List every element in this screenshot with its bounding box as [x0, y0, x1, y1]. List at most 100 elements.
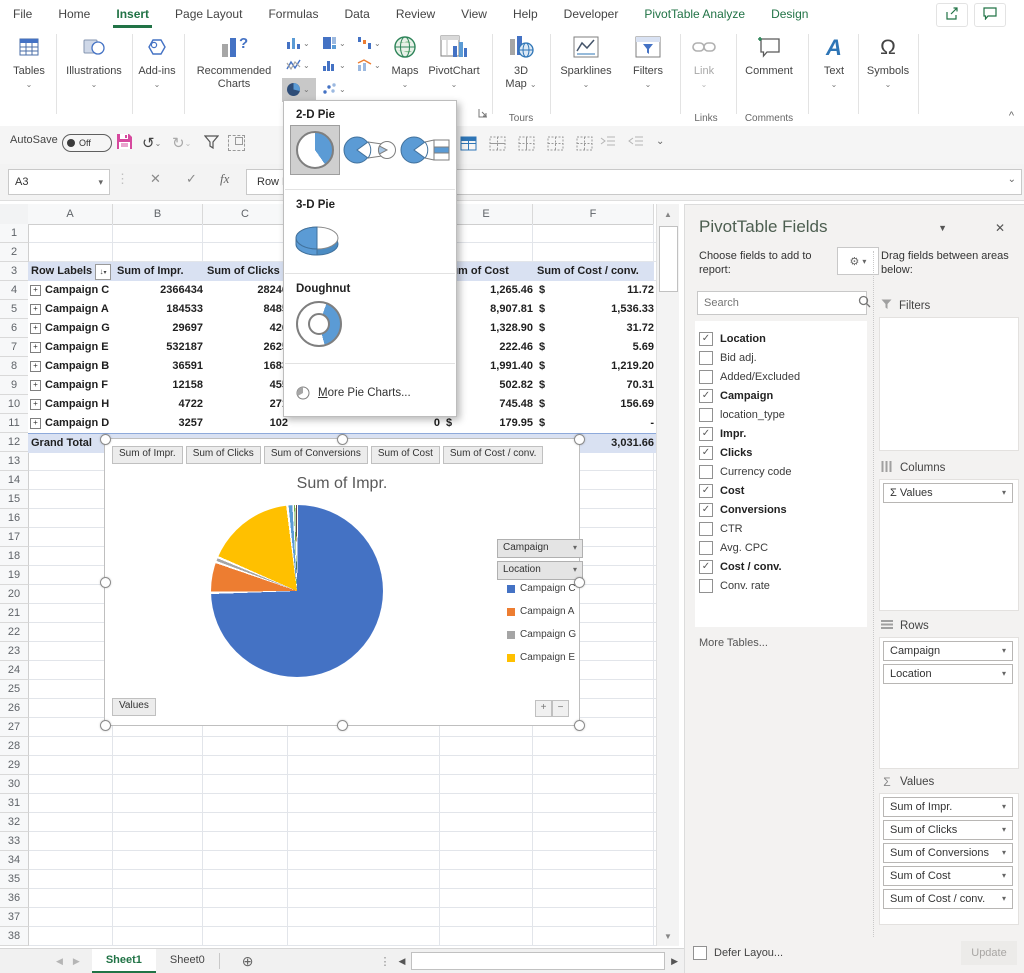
border-grid-button-4[interactable]	[547, 136, 564, 154]
ribbon-tab-review[interactable]: Review	[383, 0, 448, 28]
pivot-costconv-cell[interactable]: $70.31	[533, 376, 658, 396]
chart-expand-button[interactable]: +	[535, 700, 552, 717]
column-header-A[interactable]: A	[28, 204, 113, 225]
row-header-3[interactable]: 3	[0, 262, 29, 281]
decrease-indent-button[interactable]	[628, 135, 644, 148]
pivot-header-row-labels[interactable]: Row Labels↓▾	[28, 262, 113, 282]
filters-area[interactable]	[879, 317, 1019, 451]
chart-axis-button-campaign[interactable]: Campaign▾	[497, 539, 583, 558]
values-pill[interactable]: Sum of Clicks▾	[883, 820, 1013, 840]
ribbon-tab-insert[interactable]: Insert	[103, 0, 162, 28]
border-grid-button-3[interactable]	[518, 136, 535, 154]
selection-handle[interactable]	[337, 434, 348, 445]
autosave-toggle[interactable]: Off	[62, 134, 112, 152]
field-item-impr-[interactable]: ✓Impr.	[699, 424, 746, 443]
field-item-campaign[interactable]: ✓Campaign	[699, 386, 773, 405]
pivot-impr-cell[interactable]: 184533	[113, 300, 207, 320]
pivot-costconv-cell[interactable]: $1,219.20	[533, 357, 658, 377]
values-pill[interactable]: Sum of Impr.▾	[883, 797, 1013, 817]
next-sheet-button[interactable]: ▶	[73, 956, 80, 967]
update-button[interactable]: Update	[961, 941, 1017, 965]
pivot-impr-cell[interactable]: 3257	[113, 414, 207, 434]
chart-field-button[interactable]: Sum of Cost	[371, 446, 440, 464]
insert-scatter-chart-button[interactable]: ⌄	[322, 82, 346, 96]
expand-icon[interactable]: +	[30, 285, 41, 296]
pivot-costconv-cell[interactable]: $-	[533, 414, 658, 434]
row-header-5[interactable]: 5	[0, 300, 29, 319]
row-header-31[interactable]: 31	[0, 794, 29, 813]
selection-handle[interactable]	[337, 720, 348, 731]
field-checkbox[interactable]	[699, 465, 713, 479]
enter-button[interactable]: ✓	[186, 171, 197, 187]
scroll-right-button[interactable]: ▶	[671, 956, 684, 967]
expand-icon[interactable]: +	[30, 304, 41, 315]
field-checkbox[interactable]: ✓	[699, 503, 713, 517]
menu-item-more-pie-charts[interactable]: More Pie Charts...	[284, 379, 456, 407]
undo-button[interactable]: ↺⌄	[142, 134, 161, 152]
pivot-costconv-cell[interactable]: $31.72	[533, 319, 658, 339]
paste-area-button[interactable]	[228, 135, 245, 151]
row-header-7[interactable]: 7	[0, 338, 29, 357]
sheet-tab-sheet1[interactable]: Sheet1	[92, 949, 156, 973]
collapse-ribbon-button[interactable]: ^	[1009, 110, 1014, 122]
expand-icon[interactable]: +	[30, 361, 41, 372]
row-header-10[interactable]: 10	[0, 395, 29, 414]
pivot-row-label[interactable]: +Campaign E	[28, 338, 113, 358]
increase-indent-button[interactable]	[600, 135, 616, 148]
link-button[interactable]: Link⌄	[686, 32, 722, 91]
chart-field-button[interactable]: Sum of Cost / conv.	[443, 446, 544, 464]
filters-button[interactable]: Filters⌄	[624, 32, 672, 91]
expand-icon[interactable]: +	[30, 342, 41, 353]
selection-handle[interactable]	[100, 720, 111, 731]
field-item-location[interactable]: ✓Location	[699, 329, 766, 348]
ribbon-tab-formulas[interactable]: Formulas	[255, 0, 331, 28]
pivot-clicks-cell[interactable]: 455	[203, 376, 292, 396]
row-header-21[interactable]: 21	[0, 604, 29, 623]
pivot-row-label[interactable]: +Campaign B	[28, 357, 113, 377]
symbols-button[interactable]: Ω Symbols⌄	[864, 32, 912, 91]
ribbon-tab-pivottable-analyze[interactable]: PivotTable Analyze	[631, 0, 758, 28]
row-header-20[interactable]: 20	[0, 585, 29, 604]
field-checkbox[interactable]: ✓	[699, 427, 713, 441]
insert-hierarchy-chart-button[interactable]: ⌄	[322, 36, 346, 50]
more-tables-link[interactable]: More Tables...	[699, 637, 768, 649]
ribbon-tab-data[interactable]: Data	[331, 0, 382, 28]
row-header-6[interactable]: 6	[0, 319, 29, 338]
sparklines-button[interactable]: Sparklines⌄	[558, 32, 614, 91]
row-header-13[interactable]: 13	[0, 452, 29, 471]
menu-item-doughnut[interactable]	[296, 301, 342, 347]
selection-handle[interactable]	[574, 577, 585, 588]
panel-options-button[interactable]: ▼	[938, 223, 947, 233]
row-header-9[interactable]: 9	[0, 376, 29, 395]
pivot-header-c[interactable]: Sum of Clicks	[203, 262, 288, 282]
select-all-corner[interactable]	[0, 204, 29, 225]
field-checkbox[interactable]: ✓	[699, 560, 713, 574]
defer-layout-checkbox[interactable]	[693, 946, 707, 960]
row-header-14[interactable]: 14	[0, 471, 29, 490]
recommended-charts-button[interactable]: ? RecommendedCharts	[190, 32, 278, 91]
selection-handle[interactable]	[100, 434, 111, 445]
pivot-costconv-cell[interactable]: $5.69	[533, 338, 658, 358]
insert-column-chart-button[interactable]: ⌄	[286, 36, 310, 50]
row-header-22[interactable]: 22	[0, 623, 29, 642]
illustrations-button[interactable]: Illustrations⌄	[60, 32, 128, 91]
expand-icon[interactable]: +	[30, 418, 41, 429]
insert-combo-chart-button[interactable]: ⌄	[357, 58, 381, 72]
rows-pill[interactable]: Location▾	[883, 664, 1013, 684]
addins-button[interactable]: Add-ins ⌄	[136, 32, 178, 91]
row-header-1[interactable]: 1	[0, 224, 29, 243]
legend-item[interactable]: Campaign C	[507, 583, 576, 594]
field-checkbox[interactable]: ✓	[699, 389, 713, 403]
border-grid-button-1[interactable]	[460, 136, 477, 154]
pivot-row-label[interactable]: +Campaign C	[28, 281, 113, 301]
insert-waterfall-chart-button[interactable]: ⌄	[357, 36, 381, 50]
vertical-scrollbar[interactable]: ▲ ▼	[656, 204, 679, 946]
ribbon-tab-view[interactable]: View	[448, 0, 500, 28]
rows-pill[interactable]: Campaign▾	[883, 641, 1013, 661]
horizontal-scrollbar[interactable]: ◀ ▶	[399, 949, 684, 973]
scroll-down-button[interactable]: ▼	[657, 932, 679, 941]
pivot-impr-cell[interactable]: 532187	[113, 338, 207, 358]
pivot-clicks-cell[interactable]: 8485	[203, 300, 292, 320]
field-checkbox[interactable]: ✓	[699, 446, 713, 460]
field-item-cost-conv-[interactable]: ✓Cost / conv.	[699, 557, 782, 576]
